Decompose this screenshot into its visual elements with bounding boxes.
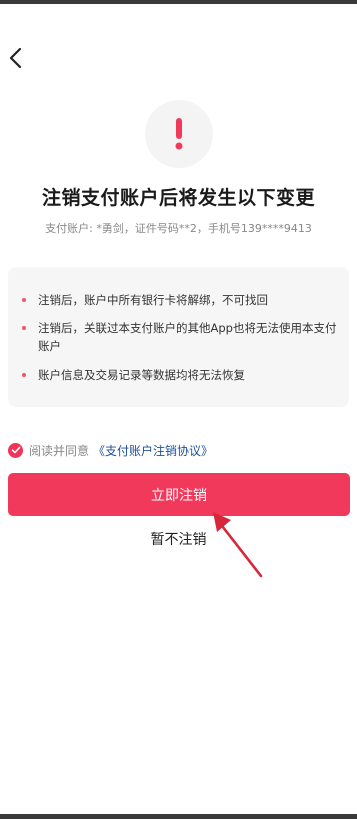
bullet-dot-icon [22,326,26,330]
checkmark-icon [11,446,20,454]
chevron-left-icon [9,47,22,69]
notice-item: 注销后，账户中所有银行卡将解绑，不可找回 [22,291,337,309]
alert-badge [145,100,213,168]
status-bar [0,0,357,4]
agreement-link[interactable]: 《支付账户注销协议》 [93,442,213,459]
bullet-dot-icon [22,298,26,302]
agreement-checkbox[interactable] [8,442,23,458]
notice-box: 注销后，账户中所有银行卡将解绑，不可找回 注销后，关联过本支付账户的其他App也… [8,267,349,407]
annotation-arrow-icon [213,512,263,578]
bullet-dot-icon [22,373,26,377]
notice-item: 注销后，关联过本支付账户的其他App也将无法使用本支付账户 [22,319,337,355]
agreement-row: 阅读并同意 《支付账户注销协议》 [8,440,213,460]
notice-item: 账户信息及交易记录等数据均将无法恢复 [22,366,337,384]
navigation-bar [0,814,357,819]
agreement-label: 阅读并同意 [29,443,90,458]
account-info: 支付账户: *勇剑，证件号码**2，手机号139****9413 [45,222,312,235]
exclamation-icon [175,118,183,150]
page-title: 注销支付账户后将发生以下变更 [41,187,315,209]
confirm-cancel-account-button[interactable]: 立即注销 [8,473,350,516]
back-button[interactable] [4,44,28,72]
